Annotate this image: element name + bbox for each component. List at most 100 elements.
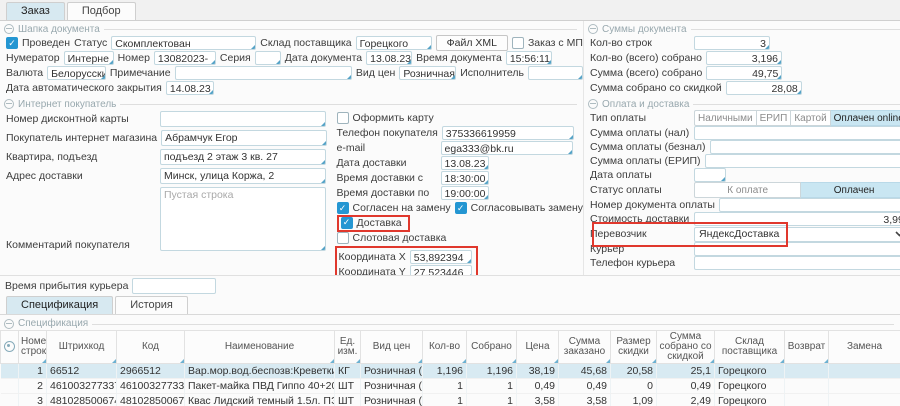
pay-date-field[interactable] (694, 168, 726, 182)
pay-status-label: Статус оплаты (590, 184, 690, 196)
doc-date-field[interactable]: 13.08.23 (366, 51, 412, 65)
auto-close-field[interactable]: 14.08.23 (166, 81, 214, 95)
tab-order[interactable]: Заказ (6, 2, 65, 20)
currency-field[interactable]: Белорусский (47, 66, 106, 80)
courier-phone-field[interactable] (694, 256, 900, 270)
pay-erip-field[interactable] (705, 154, 900, 168)
pay-noncash-field[interactable] (710, 140, 900, 154)
delivery-date-field[interactable]: 13.08.23 (441, 156, 489, 170)
email-field[interactable]: ega333@bk.ru (441, 141, 573, 155)
col-header-barcode[interactable]: Штрихкод (47, 331, 117, 364)
col-header-price[interactable]: Цена (517, 331, 559, 364)
table-row[interactable]: 1 66512 2966512 Вар.мор.вод.беспозв:Крев… (1, 364, 900, 379)
pay-date-label: Дата оплаты (590, 169, 690, 181)
col-header-replacement[interactable]: Замена (829, 331, 900, 364)
series-field[interactable] (255, 51, 281, 65)
col-header-code[interactable]: Код (117, 331, 185, 364)
executor-field[interactable] (528, 66, 583, 80)
group-rule (693, 104, 900, 105)
agree-replace-checkbox[interactable] (337, 202, 349, 214)
supplier-warehouse-field[interactable]: Горецкого (356, 36, 432, 50)
buyer-field[interactable]: Абрамчук Егор (161, 130, 327, 146)
coord-y-field[interactable]: 27,523446 (410, 265, 472, 275)
delivery-time-from-field[interactable]: 18:30:00 (441, 171, 489, 185)
delivery-time-to-field[interactable]: 19:00:00 (441, 186, 489, 200)
address-label: Адрес доставки (6, 170, 156, 182)
note-field[interactable] (175, 66, 352, 80)
col-header-sum-ordered[interactable]: Сумма заказано (559, 331, 611, 364)
top-tabbar: Заказ Подбор (0, 0, 900, 21)
courier-arrival-field[interactable] (132, 278, 216, 294)
buyer-phone-field[interactable]: 375336619959 (442, 126, 574, 140)
pay-status-topay-button[interactable]: К оплате (694, 182, 801, 198)
group-title: Шапка документа (18, 24, 100, 35)
col-header-price-type[interactable]: Вид цен (361, 331, 423, 364)
file-xml-button[interactable]: Файл XML (436, 35, 508, 51)
pay-type-card-button[interactable]: Картой (791, 110, 830, 126)
col-header-collected[interactable]: Собрано (467, 331, 517, 364)
collapse-icon[interactable] (4, 319, 14, 329)
group-title: Интернет покупатель (18, 99, 116, 110)
col-header-unit[interactable]: Ед. изм. (335, 331, 361, 364)
slot-delivery-checkbox[interactable] (337, 232, 349, 244)
courier-field[interactable] (694, 242, 900, 256)
col-header-line-number[interactable]: Номер строки (19, 331, 47, 364)
discount-card-field[interactable] (160, 111, 326, 127)
order-mp-checkbox[interactable] (512, 37, 524, 49)
apartment-field[interactable]: подъезд 2 этаж 3 кв. 27 (160, 149, 326, 165)
pay-noncash-label: Сумма оплаты (безнал) (590, 141, 706, 153)
internet-buyer-group: Интернет покупатель Номер дисконтной кар… (0, 96, 583, 275)
col-header-sum-discounted[interactable]: Сумма собрано со скидкой (657, 331, 715, 364)
pay-status-segmented: К оплате Оплачен (694, 182, 900, 198)
pay-type-erip-button[interactable]: ЕРИП (757, 110, 792, 126)
group-title: Суммы документа (602, 24, 687, 35)
pay-cash-field[interactable] (694, 126, 900, 140)
delivery-cost-field[interactable]: 3,99 (694, 212, 900, 226)
coord-x-field[interactable]: 53,892394 (410, 250, 472, 264)
collapse-icon[interactable] (588, 99, 598, 109)
approve-replace-checkbox[interactable] (455, 202, 467, 214)
col-header-qty[interactable]: Кол-во (423, 331, 467, 364)
col-header-discount-size[interactable]: Размер скидки (611, 331, 657, 364)
group-rule (92, 324, 894, 325)
pay-type-online-button[interactable]: Оплачен online (831, 110, 900, 126)
pay-doc-number-field[interactable] (719, 198, 900, 212)
col-header-warehouse[interactable]: Склад поставщика (715, 331, 785, 364)
doc-time-label: Время документа (416, 52, 502, 64)
pay-type-label: Тип оплаты (590, 112, 690, 124)
table-row[interactable]: 2 4610032773375 4610032773375 Пакет-майк… (1, 379, 900, 394)
delivery-cost-label: Стоимость доставки (590, 213, 690, 225)
courier-phone-label: Телефон курьера (590, 257, 690, 269)
doc-time-field[interactable]: 15:56:11 (506, 51, 552, 65)
address-field[interactable]: Минск, улица Коржа, 2 (160, 168, 326, 184)
collapse-icon[interactable] (4, 24, 14, 34)
tab-specification[interactable]: Спецификация (6, 296, 113, 314)
number-label: Номер (118, 52, 150, 64)
delivery-checkbox[interactable] (341, 217, 353, 229)
numerator-field[interactable]: Интерне (64, 51, 114, 65)
pay-status-paid-button[interactable]: Оплачен (801, 182, 900, 198)
series-label: Серия (220, 52, 251, 64)
collapse-icon[interactable] (588, 24, 598, 34)
order-window: Заказ Подбор Шапка документа Проведен Ст… (0, 0, 900, 406)
make-card-checkbox[interactable] (337, 112, 349, 124)
price-type-label: Вид цен (356, 67, 395, 79)
tab-history[interactable]: История (115, 296, 188, 314)
price-type-field[interactable]: Розничная ( (399, 66, 456, 80)
table-row[interactable]: 3 4810285006743 4810285006743 Квас Лидск… (1, 394, 900, 406)
col-header-name[interactable]: Наименование (185, 331, 335, 364)
number-field[interactable]: 13082023- (154, 51, 216, 65)
pay-erip-label: Сумма оплаты (ЕРИП) (590, 155, 701, 167)
buyer-comment-field[interactable]: Пустая строка (160, 187, 326, 251)
status-field[interactable]: Скомплектован (111, 36, 256, 50)
proveden-checkbox[interactable] (6, 37, 18, 49)
carrier-select[interactable]: ЯндексДоставка (694, 227, 900, 242)
bottom-tabbar: Спецификация История (0, 296, 900, 315)
pay-type-cash-button[interactable]: Наличными (694, 110, 757, 126)
table-settings-icon[interactable] (4, 341, 15, 352)
col-header-return[interactable]: Возврат (785, 331, 829, 364)
tab-selection[interactable]: Подбор (67, 2, 136, 20)
pay-cash-label: Сумма оплаты (нал) (590, 127, 690, 139)
courier-label: Курьер (590, 243, 690, 255)
collapse-icon[interactable] (4, 99, 14, 109)
